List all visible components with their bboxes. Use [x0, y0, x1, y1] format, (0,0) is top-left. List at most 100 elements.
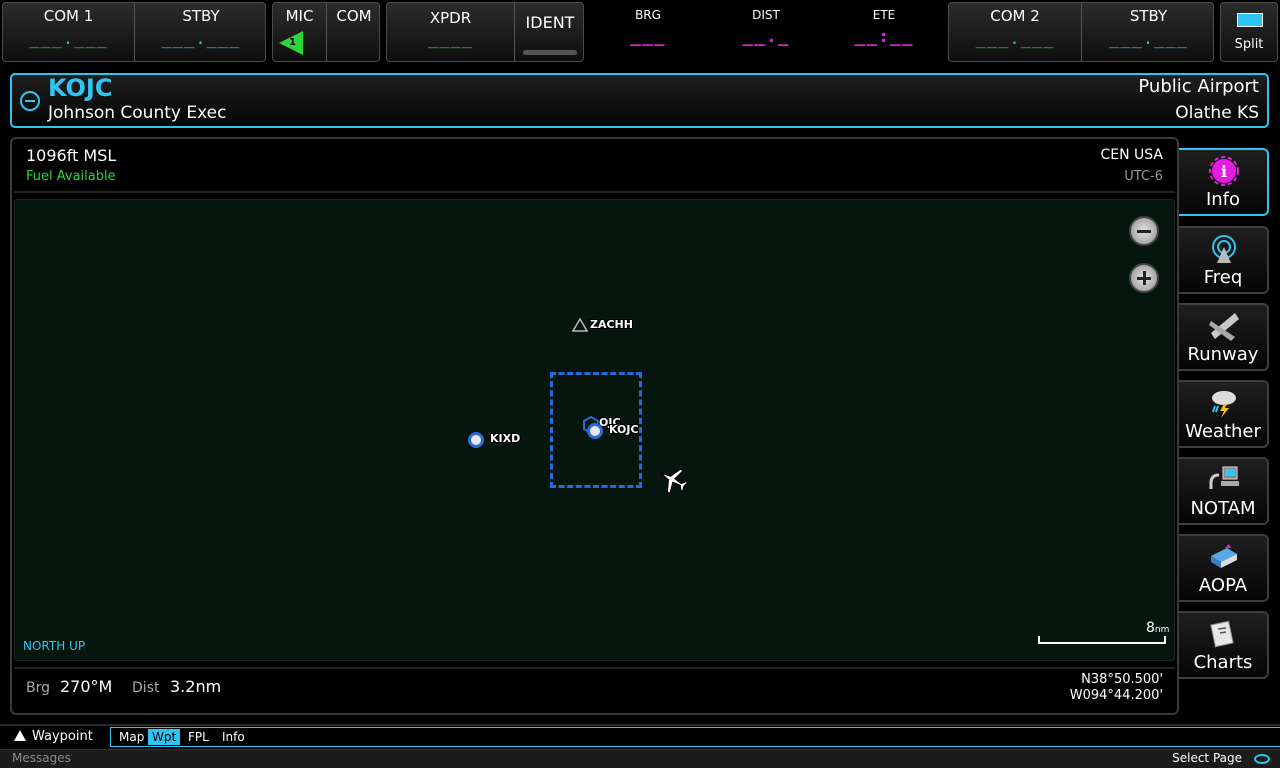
zoom-in-button[interactable]: [1129, 263, 1159, 293]
waypoint-label-zachh[interactable]: ZACHH: [590, 318, 633, 331]
ownship-airplane-icon: [660, 468, 689, 495]
waypoint-label-kixd[interactable]: KIXD: [490, 432, 520, 445]
page-tabs: Map Wpt FPL Info: [110, 727, 1280, 747]
airport-info-strip: 1096ft MSL Fuel Available CEN USA UTC-6: [14, 141, 1175, 193]
select-page-label: Select Page: [1172, 751, 1242, 765]
brg-label: BRG: [635, 8, 661, 22]
distance-value: 3.2nm: [170, 677, 222, 696]
split-button[interactable]: Split: [1220, 2, 1278, 62]
airport-header[interactable]: KOJC Johnson County Exec Public Airport …: [10, 73, 1269, 128]
xpdr-button[interactable]: XPDR ____: [387, 3, 515, 61]
tab-aopa-label: AOPA: [1198, 575, 1248, 596]
split-screen-icon: [1237, 13, 1263, 27]
tab-notam[interactable]: NOTAM: [1179, 457, 1269, 525]
minus-icon: [1137, 230, 1151, 233]
tab-info[interactable]: i Info: [1179, 148, 1269, 216]
tab-freq[interactable]: Freq: [1179, 226, 1269, 294]
plus-icon-v: [1143, 271, 1146, 285]
audio-box: MIC 1 COM: [272, 2, 380, 62]
com1-standby-button[interactable]: STBY ___.___: [135, 3, 267, 61]
tab-aopa[interactable]: AOPA: [1179, 534, 1269, 602]
com2-standby-button[interactable]: STBY ___.___: [1082, 3, 1215, 61]
scale-value: 8: [1146, 620, 1155, 636]
airport-identifier: KOJC: [48, 74, 113, 102]
runway-icon: [1209, 313, 1239, 341]
mic-label: MIC: [285, 7, 314, 25]
fuel-status: Fuel Available: [26, 169, 116, 184]
com1-active-button[interactable]: COM 1 ___.___: [3, 3, 135, 61]
page-tab-fpl[interactable]: FPL: [184, 729, 213, 745]
waypoint-label-kojc[interactable]: KOJC: [609, 423, 639, 436]
bearing-label: Brg: [26, 680, 51, 696]
com-label: COM: [336, 7, 372, 25]
airport-elevation: 1096ft MSL: [26, 146, 117, 165]
split-label: Split: [1234, 37, 1264, 52]
message-bar: Messages Select Page: [0, 749, 1280, 768]
moving-map[interactable]: ZACHH OJC KOJC KIXD NORTH UP 8nm: [14, 199, 1175, 661]
mic-button[interactable]: MIC 1: [273, 3, 327, 61]
brg-value: ___: [630, 26, 666, 47]
tab-runway[interactable]: Runway: [1179, 303, 1269, 371]
airport-name: Johnson County Exec: [48, 103, 227, 123]
zoom-out-button[interactable]: [1129, 216, 1159, 246]
map-orientation[interactable]: NORTH UP: [23, 639, 85, 653]
com1-box: COM 1 ___.___ STBY ___.___: [2, 2, 266, 62]
ete-label: ETE: [872, 8, 896, 22]
bearing-value: 270°M: [60, 677, 113, 696]
position-strip: Brg 270°M Dist 3.2nm N38°50.500' W094°44…: [14, 667, 1175, 711]
com2-box: COM 2 ___.___ STBY ___.___: [948, 2, 1214, 62]
info-icon: i: [1209, 156, 1239, 186]
tab-info-label: Info: [1205, 189, 1241, 210]
ident-label: IDENT: [525, 13, 575, 32]
map-scale-bar: [1038, 636, 1166, 644]
tab-runway-label: Runway: [1187, 344, 1259, 365]
com2-frequency: ___.___: [975, 29, 1055, 49]
page-tab-wpt[interactable]: Wpt: [148, 729, 181, 745]
stby1-frequency: ___.___: [161, 29, 241, 49]
book-icon: [1211, 544, 1237, 568]
current-page-name: Waypoint: [14, 729, 93, 744]
ete-value: __:__: [854, 26, 914, 47]
distance-label: Dist: [132, 680, 160, 696]
xpdr-box: XPDR ____ IDENT: [386, 2, 584, 62]
map-scale-value: 8nm: [1146, 620, 1169, 636]
current-page-label: Waypoint: [32, 729, 93, 744]
com-button[interactable]: COM: [327, 3, 381, 61]
tab-weather-label: Weather: [1185, 421, 1261, 442]
com1-label: COM 1: [43, 7, 94, 25]
notam-icon: [1209, 466, 1239, 489]
tab-freq-label: Freq: [1203, 267, 1243, 288]
page-tab-info[interactable]: Info: [218, 729, 249, 745]
waypoint-triangle-icon: [14, 730, 26, 741]
knob-icon: [1254, 754, 1270, 764]
dist-value: __._: [742, 26, 790, 47]
airport-icon[interactable]: [587, 423, 603, 439]
dist-label: DIST: [752, 8, 780, 22]
xpdr-label: XPDR: [429, 9, 472, 27]
status-bar: COM 1 ___.___ STBY ___.___ MIC 1 COM XPD…: [0, 0, 1280, 66]
mic-indicator: 1: [289, 37, 296, 48]
stby2-label: STBY: [1129, 7, 1168, 25]
com1-frequency: ___.___: [29, 29, 108, 49]
tab-weather[interactable]: Weather: [1179, 380, 1269, 448]
page-bar: Waypoint Map Wpt FPL Info: [0, 724, 1280, 748]
charts-icon: [1210, 620, 1234, 648]
waypoint-info-panel: 1096ft MSL Fuel Available CEN USA UTC-6 …: [10, 137, 1179, 715]
scale-unit: nm: [1154, 625, 1170, 635]
airport-icon[interactable]: [468, 432, 484, 448]
xpdr-code: ____: [428, 29, 473, 49]
tab-notam-label: NOTAM: [1190, 498, 1256, 519]
ident-button[interactable]: IDENT: [515, 3, 585, 61]
page-tab-map[interactable]: Map: [115, 729, 148, 745]
stby1-label: STBY: [182, 7, 220, 25]
airport-region: CEN USA: [1100, 147, 1163, 163]
collapse-icon[interactable]: [20, 91, 40, 111]
airport-type: Public Airport: [1138, 76, 1259, 97]
intersection-triangle-icon: [572, 318, 588, 332]
latitude: N38°50.500': [1081, 672, 1163, 687]
com2-active-button[interactable]: COM 2 ___.___: [949, 3, 1082, 61]
svg-text:i: i: [1221, 162, 1227, 181]
messages-button[interactable]: Messages: [12, 751, 71, 765]
airport-location: Olathe KS: [1175, 103, 1259, 123]
tab-charts[interactable]: Charts: [1179, 611, 1269, 679]
